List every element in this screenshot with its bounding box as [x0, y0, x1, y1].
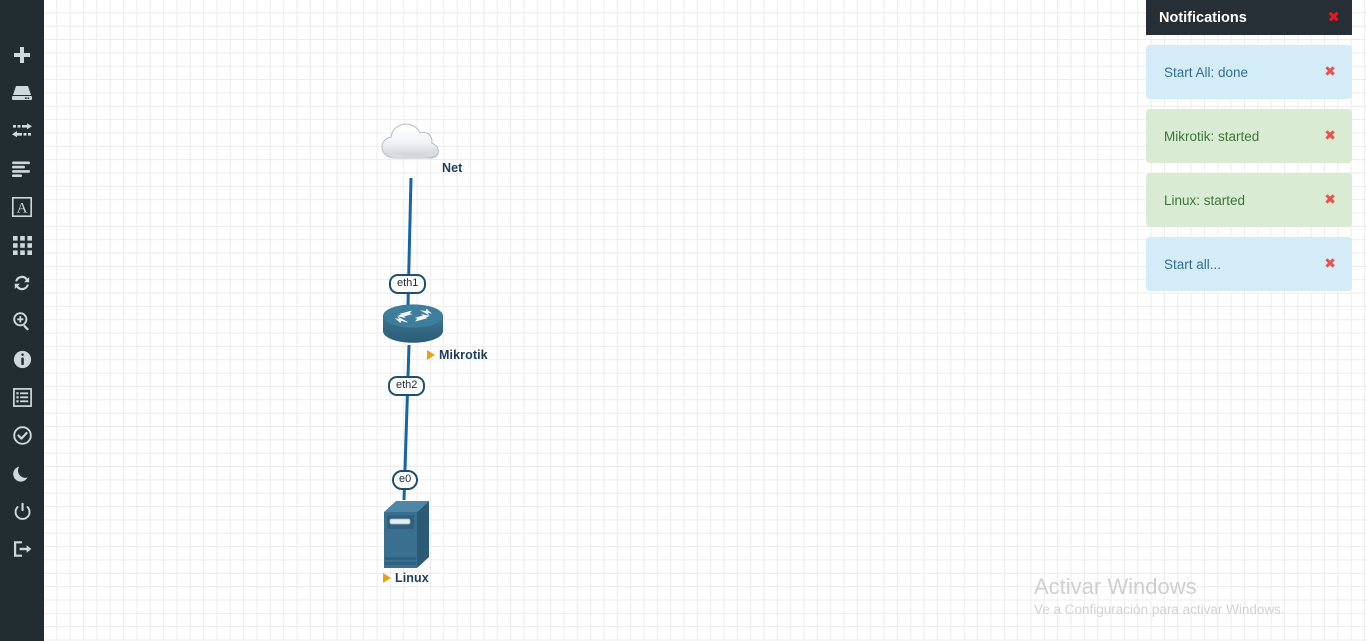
cloud-icon[interactable]: [377, 123, 447, 168]
zoom-button[interactable]: [0, 302, 44, 340]
apps-grid-button[interactable]: [0, 226, 44, 264]
notifications-header: Notifications ✖: [1146, 0, 1352, 35]
power-button[interactable]: [0, 492, 44, 530]
add-shape-button[interactable]: [0, 150, 44, 188]
watermark-subtitle: Ve a Configuración para activar Windows.: [1034, 602, 1285, 617]
zoom-in-icon: [12, 311, 32, 331]
grid-apps-icon: [12, 235, 32, 255]
node-name-net: Net: [442, 161, 463, 175]
svg-text:A: A: [17, 201, 28, 217]
notification-item[interactable]: Start all... ✖: [1146, 237, 1352, 291]
add-device-button[interactable]: [0, 74, 44, 112]
node-linux[interactable]: [381, 498, 437, 577]
notifications-panel: Notifications ✖ Start All: done ✖ Mikrot…: [1146, 0, 1352, 291]
logout-icon: [12, 540, 32, 558]
dismiss-notification-icon[interactable]: ✖: [1324, 257, 1336, 271]
add-network-button[interactable]: [0, 112, 44, 150]
notification-item[interactable]: Linux: started ✖: [1146, 173, 1352, 227]
interface-label-eth1[interactable]: eth1: [389, 274, 427, 294]
node-mikrotik[interactable]: [382, 303, 444, 352]
status-button[interactable]: [0, 416, 44, 454]
play-icon-linux[interactable]: [383, 573, 391, 583]
node-name-mikrotik: Mikrotik: [439, 348, 488, 362]
node-label-mikrotik[interactable]: Mikrotik: [427, 348, 488, 362]
text-a-icon: A: [12, 197, 32, 217]
info-circle-icon: [13, 350, 32, 369]
table-list-icon: [12, 387, 32, 407]
eve-ng-topology-app: A Net eth1 Mikrotik eth2 e0 Linux Activa…: [0, 0, 1366, 641]
check-circle-icon: [12, 425, 32, 445]
interface-label-e0[interactable]: e0: [392, 470, 419, 490]
notifications-title: Notifications: [1159, 9, 1247, 26]
node-name-linux: Linux: [395, 571, 429, 585]
server-icon: [11, 84, 33, 102]
plus-icon: [12, 45, 32, 65]
refresh-button[interactable]: [0, 264, 44, 302]
node-net[interactable]: [377, 120, 447, 169]
nodes-list-button[interactable]: [0, 378, 44, 416]
windows-activation-watermark: Activar Windows Ve a Configuración para …: [1034, 573, 1354, 619]
dark-mode-button[interactable]: [0, 454, 44, 492]
notification-text: Start all...: [1164, 256, 1222, 272]
left-toolbar: A: [0, 0, 44, 641]
add-text-button[interactable]: A: [0, 188, 44, 226]
notification-text: Mikrotik: started: [1164, 128, 1260, 144]
dismiss-notification-icon[interactable]: ✖: [1324, 193, 1336, 207]
node-label-linux[interactable]: Linux: [383, 571, 429, 585]
node-label-net[interactable]: Net: [442, 161, 462, 175]
dismiss-notification-icon[interactable]: ✖: [1324, 65, 1336, 79]
power-icon: [13, 502, 32, 521]
watermark-title: Activar Windows: [1034, 574, 1197, 599]
info-button[interactable]: [0, 340, 44, 378]
dismiss-notification-icon[interactable]: ✖: [1324, 129, 1336, 143]
align-list-icon: [12, 161, 32, 177]
network-exchange-icon: [11, 122, 33, 140]
add-node-button[interactable]: [0, 36, 44, 74]
notification-item[interactable]: Mikrotik: started ✖: [1146, 109, 1352, 163]
play-icon-mikrotik[interactable]: [427, 350, 435, 360]
refresh-icon: [12, 273, 32, 293]
logout-button[interactable]: [0, 530, 44, 568]
notification-text: Start All: done: [1164, 64, 1249, 80]
interface-label-eth2[interactable]: eth2: [388, 376, 426, 396]
moon-icon: [12, 464, 32, 483]
close-notifications-panel-icon[interactable]: ✖: [1327, 10, 1340, 25]
notification-item[interactable]: Start All: done ✖: [1146, 45, 1352, 99]
notification-text: Linux: started: [1164, 192, 1246, 208]
